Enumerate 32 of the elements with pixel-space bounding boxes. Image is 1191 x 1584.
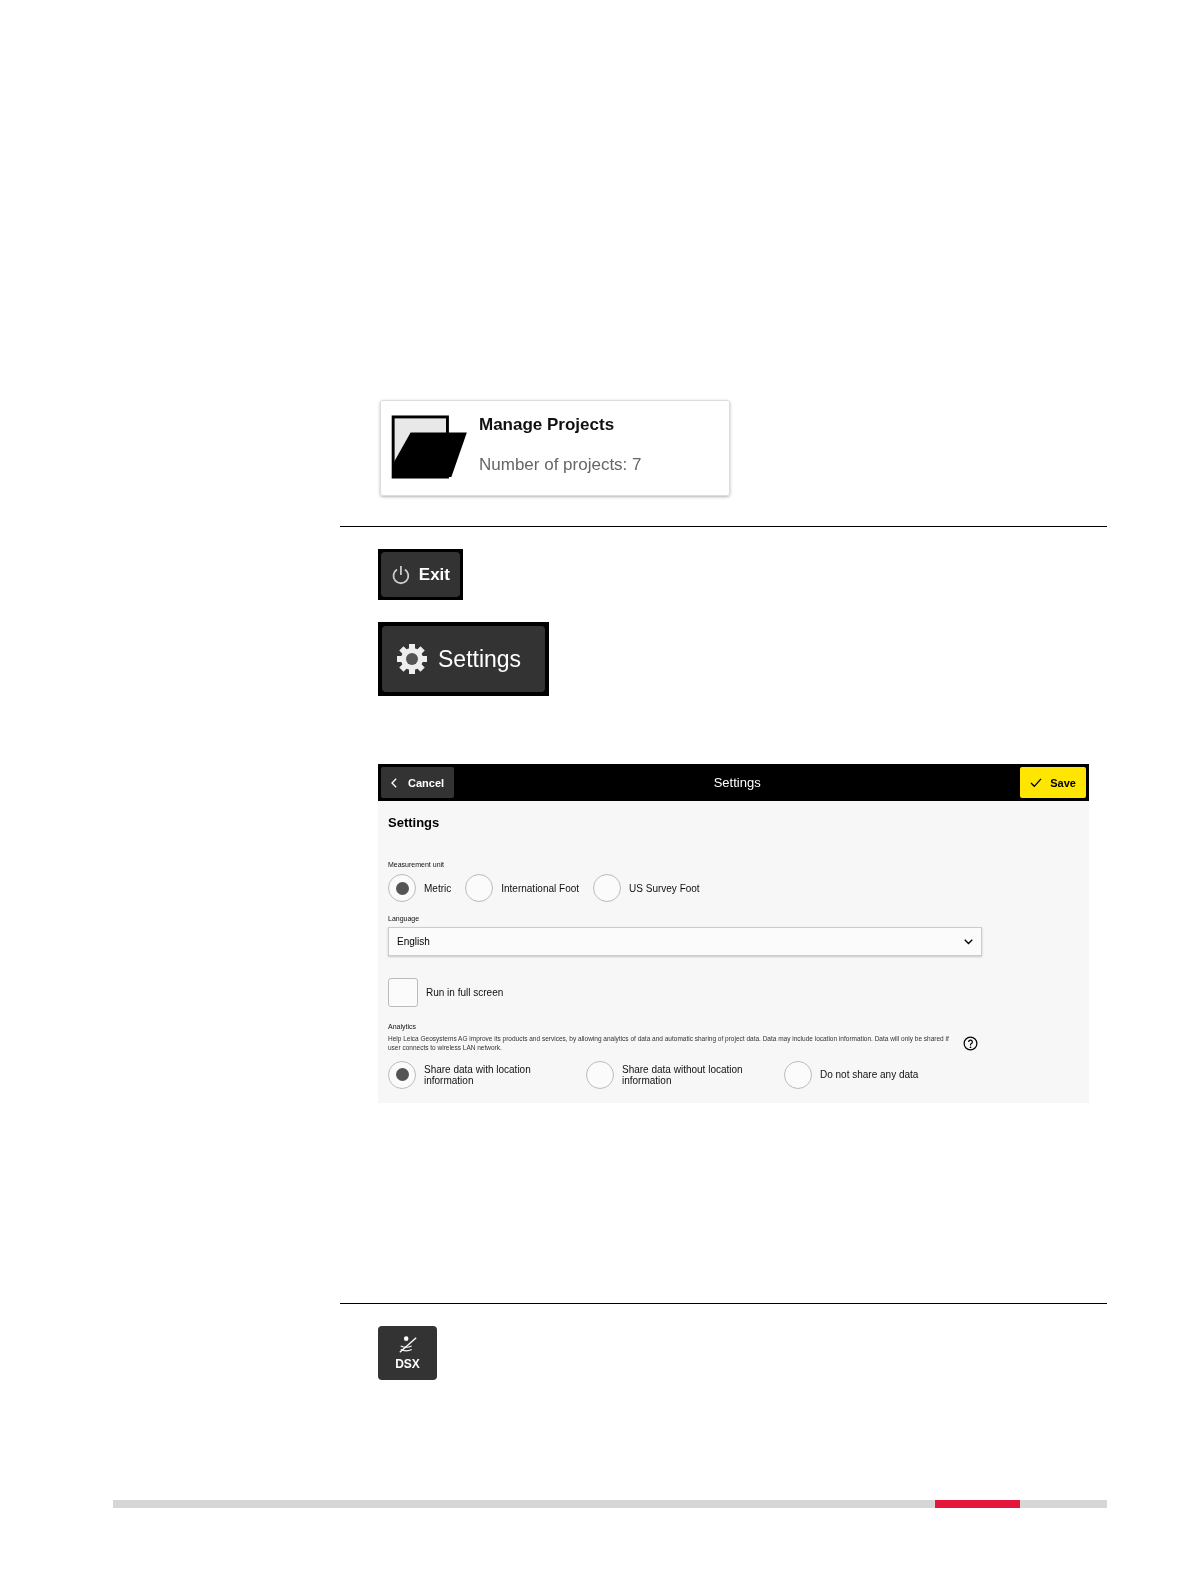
screen-title: Settings (713, 775, 761, 790)
radio-option[interactable]: International Foot (465, 874, 580, 902)
radio-button[interactable] (784, 1060, 812, 1089)
manage-projects-card[interactable]: Manage Projects Number of projects: 7 (380, 400, 730, 496)
radio-button[interactable] (593, 874, 622, 902)
save-button[interactable]: Save (1020, 767, 1086, 798)
settings-heading: Settings (388, 814, 441, 830)
folder-icon (391, 415, 469, 479)
power-icon (391, 564, 411, 585)
settings-button[interactable]: Settings (382, 626, 545, 692)
radio-option[interactable]: Share data without location information (586, 1060, 776, 1089)
help-icon[interactable] (963, 1036, 978, 1052)
checkbox[interactable] (388, 978, 418, 1007)
chevron-down-icon (964, 938, 973, 945)
radio-option[interactable]: Do not share any data (784, 1060, 974, 1089)
radio-option[interactable]: Metric (388, 874, 452, 902)
radio-option[interactable]: US Survey Foot (593, 874, 700, 902)
radio-option[interactable]: Share data with location information (388, 1060, 578, 1089)
cancel-button[interactable]: Cancel (381, 767, 455, 798)
radio-button[interactable] (388, 1060, 416, 1089)
radio-button[interactable] (388, 874, 416, 902)
dsx-button[interactable]: DSX (378, 1325, 437, 1380)
radio-button[interactable] (465, 874, 494, 902)
checkbox-label: Run in full screen (426, 987, 504, 998)
project-count: Number of projects: 7 (479, 455, 642, 475)
exit-button[interactable]: Exit (381, 552, 460, 597)
radio-button[interactable] (586, 1060, 614, 1089)
gear-icon (396, 643, 428, 675)
card-title: Manage Projects (479, 415, 616, 435)
check-icon (1030, 777, 1043, 788)
back-icon (391, 777, 398, 788)
language-dropdown[interactable]: English (388, 927, 982, 956)
